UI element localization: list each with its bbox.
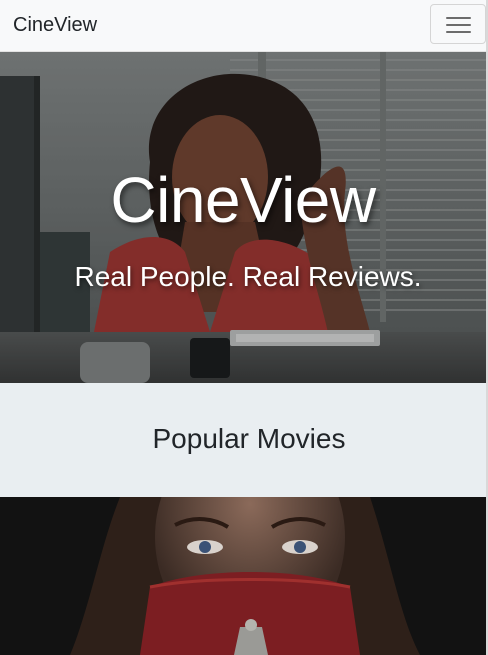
navbar-toggle-button[interactable] (430, 4, 486, 44)
popular-movies-heading: Popular Movies (152, 423, 346, 454)
movie-poster-image (0, 497, 486, 655)
hero-banner: CineView Real People. Real Reviews. (0, 52, 486, 383)
popular-movies-section: Popular Movies (0, 383, 486, 497)
hero-title: CineView (110, 164, 376, 236)
navbar: CineView (0, 0, 486, 52)
hero-tagline: Real People. Real Reviews. (74, 261, 422, 292)
page: CineView CineView Real People. Real Revi… (0, 0, 488, 655)
movie-poster[interactable] (0, 497, 486, 655)
brand-link[interactable]: CineView (13, 13, 97, 37)
hamburger-menu-icon (446, 16, 471, 34)
